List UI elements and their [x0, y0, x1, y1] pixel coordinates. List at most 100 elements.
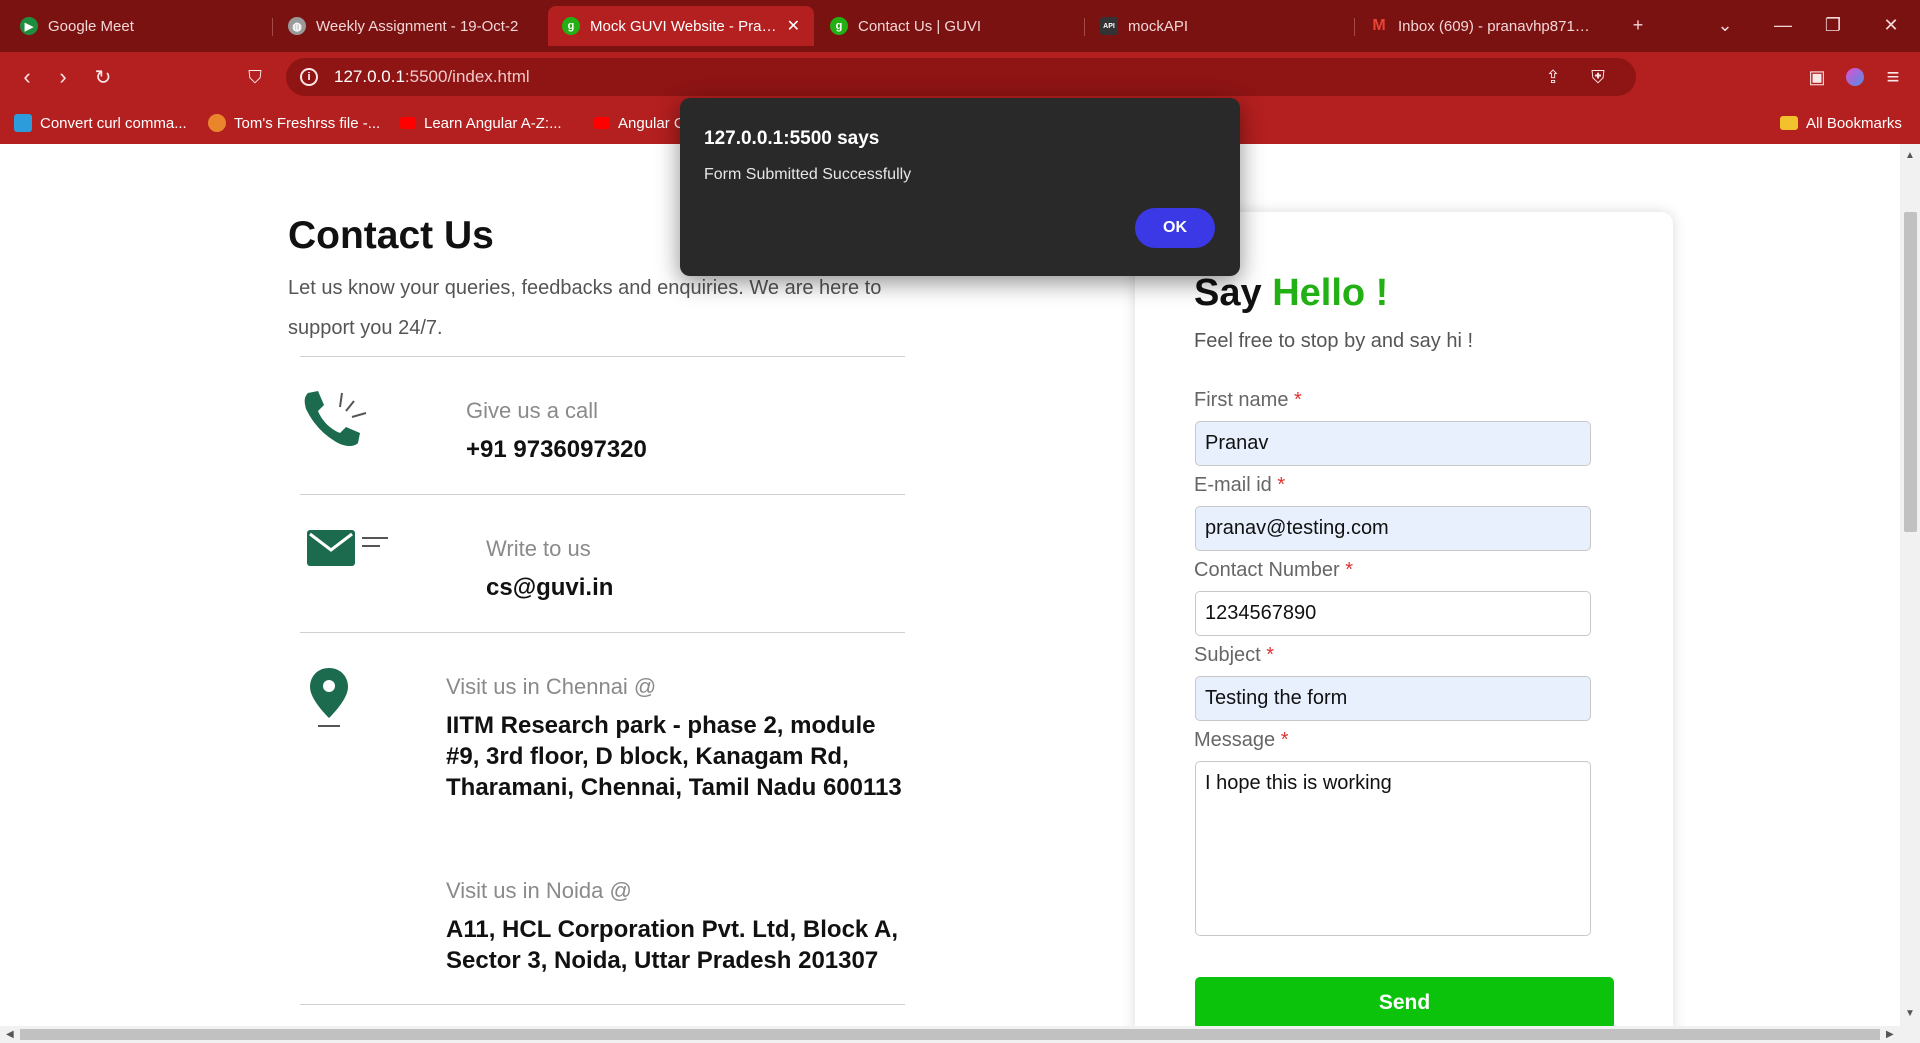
label-text: Subject — [1194, 644, 1261, 666]
noida-label: Visit us in Noida @ — [446, 878, 632, 903]
mail-icon — [307, 530, 388, 566]
send-button[interactable]: Send — [1195, 977, 1614, 1026]
scroll-left-icon[interactable]: ◀ — [6, 1029, 14, 1040]
tab-google-meet[interactable]: ▶ Google Meet — [6, 6, 272, 46]
noida-address: A11, HCL Corporation Pvt. Ltd, Block A, … — [446, 916, 899, 974]
message-label: Message * — [1194, 729, 1289, 752]
scroll-up-icon[interactable]: ▲ — [1905, 150, 1915, 161]
new-tab-icon[interactable]: + — [1623, 10, 1653, 40]
label-text: E-mail id — [1194, 474, 1272, 496]
restore-icon[interactable]: ❐ — [1818, 10, 1848, 40]
chennai-label: Visit us in Chennai @ — [446, 674, 657, 699]
divider — [300, 632, 905, 633]
page-content: Contact Us Let us know your queries, fee… — [0, 144, 1900, 1026]
subject-field[interactable] — [1195, 676, 1591, 721]
guvi-icon: g — [562, 17, 580, 35]
google-meet-icon: ▶ — [20, 17, 38, 35]
form-heading: Say Hello ! — [1194, 272, 1388, 315]
close-tab-icon[interactable]: ✕ — [787, 16, 800, 36]
bookmark-learn-angular[interactable]: Learn Angular A-Z:... — [400, 112, 562, 134]
required-mark: * — [1266, 644, 1275, 666]
horizontal-scrollbar[interactable]: ◀ ▶ — [0, 1026, 1920, 1043]
bookmark-convert-curl[interactable]: Convert curl comma... — [14, 112, 187, 134]
bookmark-label: Tom's Freshrss file -... — [234, 114, 381, 132]
email-label: E-mail id * — [1194, 474, 1285, 497]
required-mark: * — [1345, 559, 1353, 581]
contact-description: Let us know your queries, feedbacks and … — [288, 277, 882, 339]
write-value[interactable]: cs@guvi.in — [486, 572, 613, 603]
guvi-icon: g — [830, 17, 848, 35]
vertical-scroll-thumb[interactable] — [1904, 212, 1917, 532]
back-icon[interactable]: ‹ — [12, 62, 42, 92]
dialog-ok-button[interactable]: OK — [1135, 208, 1215, 248]
gmail-icon: M — [1372, 17, 1386, 34]
divider — [300, 356, 905, 357]
profile-avatar-icon[interactable] — [1840, 62, 1870, 92]
required-mark: * — [1277, 474, 1286, 496]
phone-icon — [304, 391, 367, 446]
menu-icon[interactable]: ≡ — [1878, 62, 1908, 92]
tab-title: Inbox (609) - pranavhp871@gm — [1398, 17, 1598, 35]
contact-number-field[interactable] — [1195, 591, 1591, 636]
brave-shield-icon[interactable]: ⛨ — [1583, 62, 1613, 92]
url-host: 127.0.0.1 — [334, 67, 405, 86]
first-name-label: First name * — [1194, 389, 1302, 412]
write-label: Write to us — [486, 536, 591, 561]
browser-toolbar: ‹ › ↻ ⛉ i 127.0.0.1:5500/index.html ⇪ ⛨ … — [0, 52, 1920, 102]
divider — [300, 494, 905, 495]
sidebar-toggle-icon[interactable]: ▣ — [1802, 62, 1832, 92]
tab-gmail-inbox[interactable]: M Inbox (609) - pranavhp871@gm — [1356, 6, 1612, 46]
bookmark-label: Convert curl comma... — [40, 114, 187, 132]
site-info-icon[interactable]: i — [300, 68, 318, 86]
tab-title: Google Meet — [48, 17, 134, 35]
youtube-icon — [594, 117, 610, 129]
form-subtitle: Feel free to stop by and say hi ! — [1194, 330, 1474, 352]
tab-bar: ▶ Google Meet ◍ Weekly Assignment - 19-O… — [0, 0, 1920, 52]
scroll-right-icon[interactable]: ▶ — [1886, 1029, 1894, 1040]
message-field[interactable]: I hope this is working — [1195, 761, 1591, 936]
tab-title: Contact Us | GUVI — [858, 17, 982, 35]
vertical-scrollbar[interactable]: ▲ ▼ — [1900, 144, 1920, 1026]
label-text: Message — [1194, 729, 1276, 751]
tab-search-chevron-icon[interactable]: ⌄ — [1710, 10, 1740, 40]
horizontal-scroll-thumb[interactable] — [20, 1029, 1880, 1040]
hello-text: Hello ! — [1272, 272, 1389, 314]
close-window-icon[interactable]: ✕ — [1876, 10, 1906, 40]
tab-separator — [1084, 18, 1085, 36]
reload-icon[interactable]: ↻ — [88, 62, 118, 92]
scroll-down-icon[interactable]: ▼ — [1905, 1008, 1915, 1019]
bookmark-icon[interactable]: ⛉ — [240, 62, 270, 92]
globe-icon: ◍ — [288, 17, 306, 35]
tab-mock-guvi-website[interactable]: g Mock GUVI Website - Pranav ✕ — [548, 6, 814, 46]
curl-converter-icon — [14, 114, 32, 132]
all-bookmarks[interactable]: All Bookmarks — [1780, 112, 1902, 134]
folder-icon — [1780, 116, 1798, 130]
mockapi-icon: API — [1100, 17, 1118, 35]
location-pin-icon — [310, 668, 348, 727]
alert-dialog: 127.0.0.1:5500 says Form Submitted Succe… — [680, 98, 1240, 276]
bookmark-angular[interactable]: Angular C — [594, 112, 685, 134]
contact-title: Contact Us — [288, 214, 494, 257]
bookmark-label: Learn Angular A-Z:... — [424, 114, 562, 132]
required-mark: * — [1280, 729, 1289, 751]
tab-title: Weekly Assignment - 19-Oct-2 — [316, 17, 519, 35]
first-name-field[interactable] — [1195, 421, 1591, 466]
bookmark-freshrss[interactable]: Tom's Freshrss file -... — [208, 112, 380, 134]
tab-mockapi[interactable]: API mockAPI — [1086, 6, 1352, 46]
label-text: Contact Number — [1194, 559, 1340, 581]
subject-label: Subject * — [1194, 644, 1274, 667]
tab-title: mockAPI — [1128, 17, 1189, 35]
minimize-icon[interactable]: — — [1768, 10, 1798, 40]
share-icon[interactable]: ⇪ — [1538, 62, 1568, 92]
forward-icon[interactable]: › — [48, 62, 78, 92]
youtube-icon — [400, 117, 416, 129]
label-text: First name — [1194, 389, 1289, 411]
call-value[interactable]: +91 9736097320 — [466, 434, 647, 465]
address-bar[interactable]: i 127.0.0.1:5500/index.html — [286, 58, 1636, 96]
freshrss-icon — [208, 114, 226, 132]
email-field[interactable] — [1195, 506, 1591, 551]
tab-weekly-assignment[interactable]: ◍ Weekly Assignment - 19-Oct-2 — [274, 6, 540, 46]
dialog-title: 127.0.0.1:5500 says — [704, 128, 880, 149]
tab-contact-us-guvi[interactable]: g Contact Us | GUVI — [816, 6, 1082, 46]
call-label: Give us a call — [466, 398, 599, 423]
